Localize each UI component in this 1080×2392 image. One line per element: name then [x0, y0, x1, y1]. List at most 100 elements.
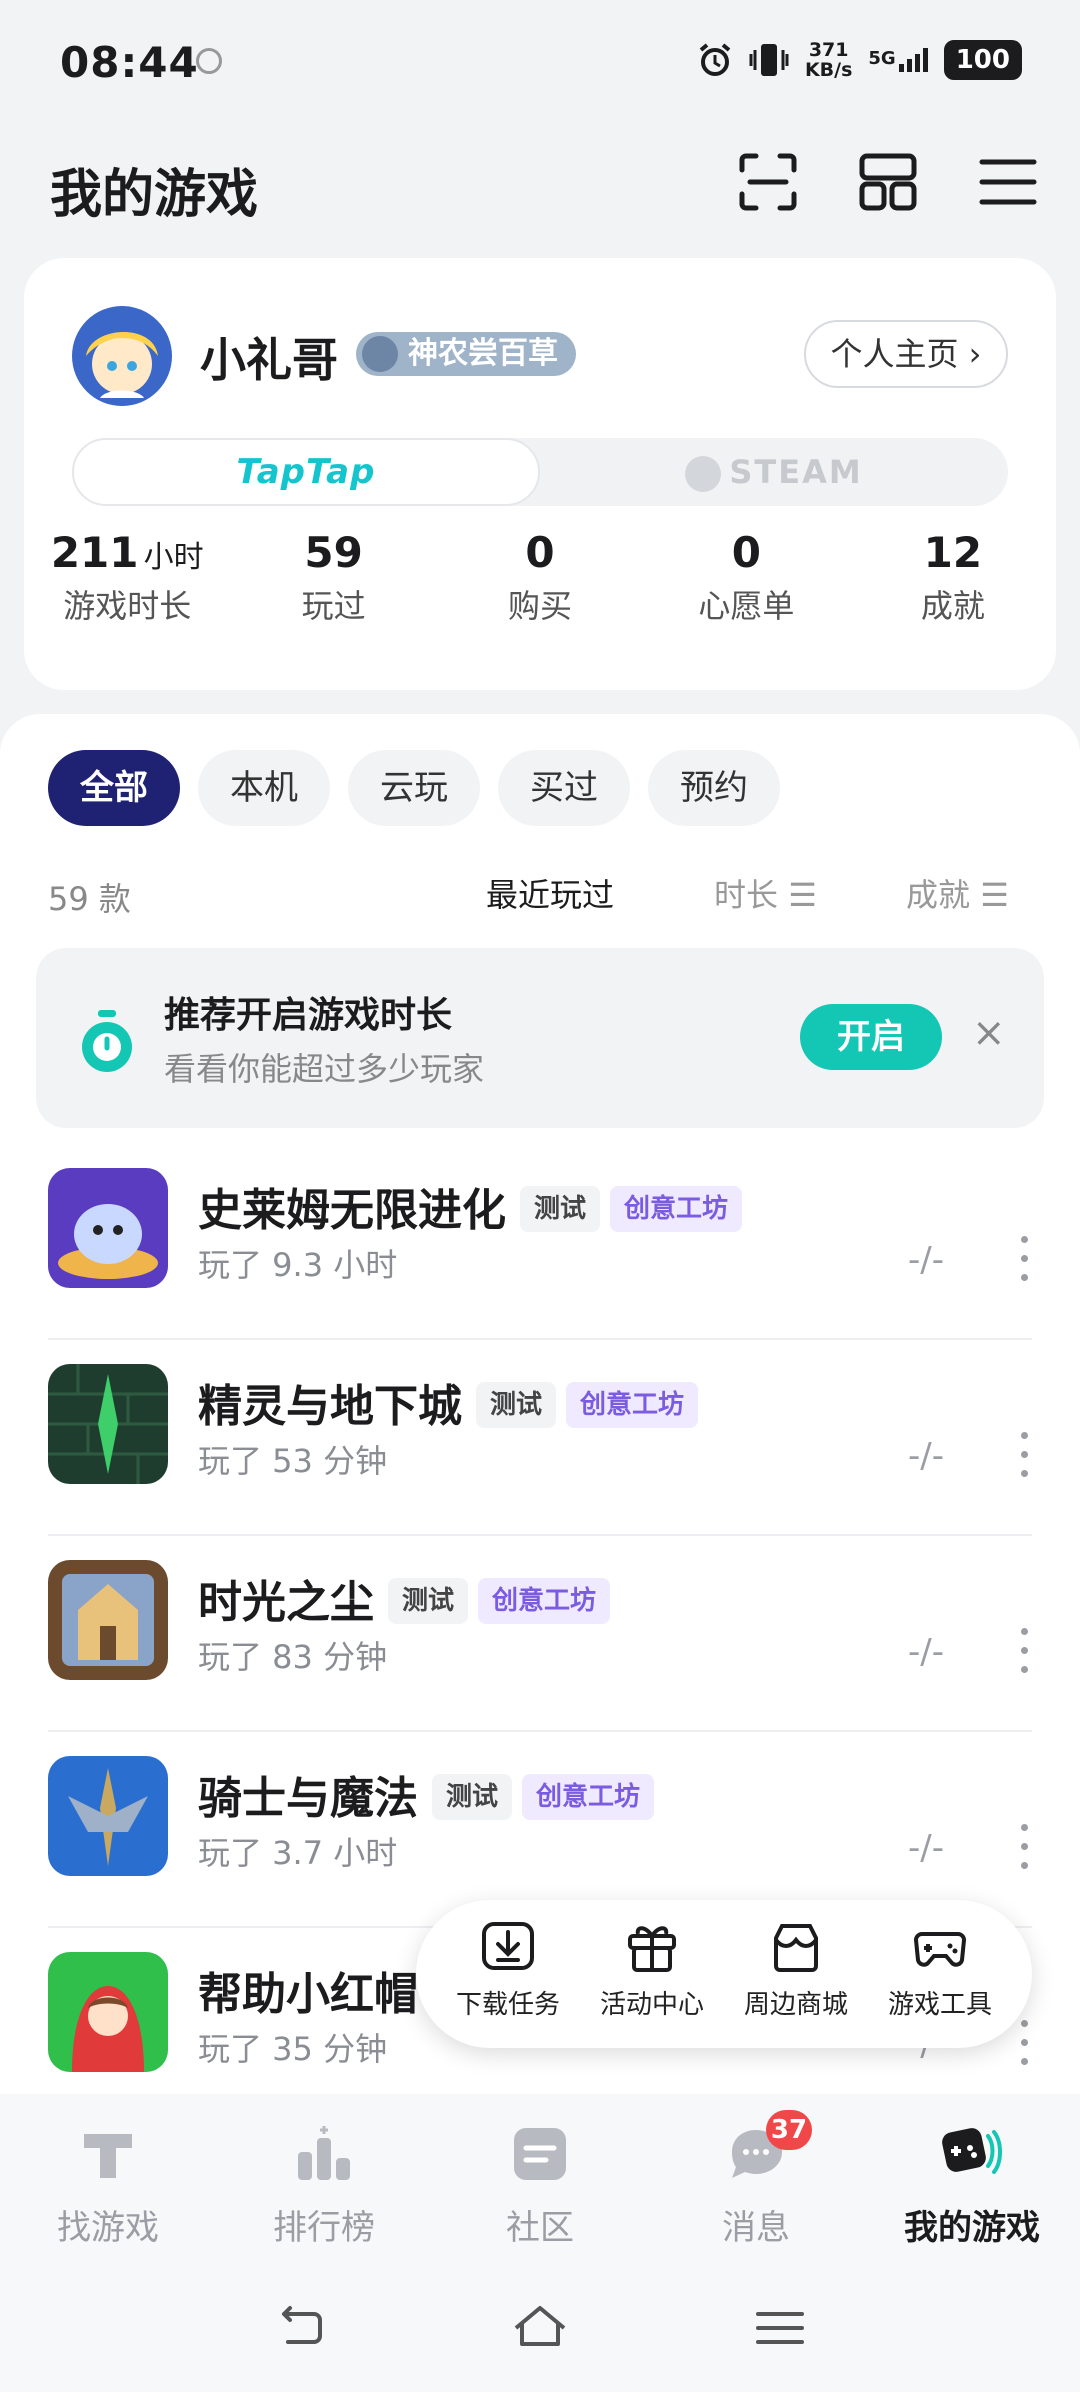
tag-workshop: 创意工坊 — [566, 1382, 699, 1428]
sort-playtime[interactable]: 时长 ☰ — [714, 870, 817, 916]
stat-playtime[interactable]: 211 小时 游戏时长 — [24, 528, 230, 627]
game-score: -/- — [908, 1632, 944, 1672]
more-icon[interactable] — [1016, 1628, 1032, 1680]
game-playtime: 玩了 35 分钟 — [198, 2030, 388, 2068]
filter-chips: 全部 本机 云玩 买过 预约 — [48, 750, 780, 826]
sort-achievements[interactable]: 成就 ☰ — [906, 870, 1009, 916]
games-panel: 全部 本机 云玩 买过 预约 59 款 最近玩过 时长 ☰ 成就 ☰ 推荐开启游… — [0, 714, 1080, 2094]
stat-played[interactable]: 59 玩过 — [230, 528, 436, 627]
recommend-subtitle: 看看你能超过多少玩家 — [164, 1050, 485, 1088]
recents-icon[interactable] — [750, 2298, 810, 2358]
sort-icon: ☰ — [788, 876, 817, 914]
stat-purchased[interactable]: 0 购买 — [437, 528, 643, 627]
tag-test: 测试 — [520, 1186, 601, 1232]
enable-button[interactable]: 开启 — [800, 1004, 942, 1070]
game-playtime: 玩了 3.7 小时 — [198, 1834, 398, 1872]
stopwatch-icon — [82, 1010, 132, 1072]
stat-wishlist[interactable]: 0 心愿单 — [643, 528, 849, 627]
chip-reserved[interactable]: 预约 — [648, 750, 780, 826]
tag-workshop: 创意工坊 — [478, 1578, 611, 1624]
header-actions — [736, 150, 1040, 214]
status-indicators: 371 KB/s 5G 100 — [697, 40, 1022, 80]
game-playtime: 玩了 9.3 小时 — [198, 1246, 398, 1284]
tab-my-games[interactable]: 我的游戏 — [864, 2094, 1080, 2264]
game-row[interactable]: 精灵与地下城 测试 创意工坊 玩了 53 分钟 -/- — [48, 1340, 1032, 1536]
sort-recent[interactable]: 最近玩过 — [486, 870, 614, 916]
recommend-banner: 推荐开启游戏时长 看看你能超过多少玩家 开启 × — [36, 948, 1044, 1128]
game-score: -/- — [908, 1828, 944, 1868]
net-speed: 371 KB/s — [804, 39, 853, 81]
menu-icon[interactable] — [976, 150, 1040, 214]
page-title: 我的游戏 — [50, 165, 259, 225]
game-icon — [48, 1364, 168, 1484]
quick-event-center[interactable]: 活动中心 — [587, 1918, 717, 2048]
gamepad-icon — [913, 1932, 967, 1967]
sync-icon — [196, 48, 222, 74]
game-playtime: 玩了 83 分钟 — [198, 1638, 388, 1676]
game-score: -/- — [908, 1240, 944, 1280]
stat-achievements[interactable]: 12 成就 — [850, 528, 1056, 627]
back-icon[interactable] — [270, 2298, 330, 2358]
game-title: 帮助小红帽 — [198, 1969, 418, 2020]
battery-indicator: 100 — [943, 40, 1022, 80]
chip-bought[interactable]: 买过 — [498, 750, 630, 826]
shop-icon — [774, 1924, 818, 1972]
gamepad-badge-icon — [362, 336, 398, 372]
avatar[interactable] — [72, 306, 172, 406]
more-icon[interactable] — [1016, 1824, 1032, 1876]
games-count: 59 款 — [48, 880, 131, 918]
bottom-tab-bar: 找游戏 排行榜 社区 37 消息 我的游戏 — [0, 2094, 1080, 2264]
more-icon[interactable] — [1016, 2020, 1032, 2072]
game-title: 时光之尘 测试 创意工坊 — [198, 1566, 611, 1630]
title-badge[interactable]: 神农尝百草 — [356, 332, 576, 376]
status-bar: 08:44 371 KB/s 5G 100 — [0, 0, 1080, 130]
vibrate-icon — [749, 44, 789, 76]
profile-card: 小礼哥 神农尝百草 个人主页 › TapTap STEAM 211 小时 游戏时… — [24, 258, 1056, 690]
game-score: -/- — [908, 1436, 944, 1476]
scan-icon[interactable] — [736, 150, 800, 214]
homepage-button[interactable]: 个人主页 › — [804, 320, 1008, 388]
quick-game-tools[interactable]: 游戏工具 — [875, 1918, 1005, 2048]
platform-tab-steam[interactable]: STEAM — [540, 438, 1008, 506]
close-icon[interactable]: × — [972, 1010, 1006, 1056]
alarm-icon — [699, 43, 731, 76]
platform-switch: TapTap STEAM — [72, 438, 1008, 506]
tab-messages[interactable]: 37 消息 — [648, 2094, 864, 2264]
grid-icon[interactable] — [856, 150, 920, 214]
quick-menu: 下载任务 活动中心 周边商城 游戏工具 — [416, 1900, 1032, 2048]
game-title: 精灵与地下城 测试 创意工坊 — [198, 1370, 699, 1434]
tab-community[interactable]: 社区 — [432, 2094, 648, 2264]
game-title: 史莱姆无限进化 测试 创意工坊 — [198, 1174, 743, 1238]
tab-ranking[interactable]: 排行榜 — [216, 2094, 432, 2264]
chip-cloud[interactable]: 云玩 — [348, 750, 480, 826]
more-icon[interactable] — [1016, 1432, 1032, 1484]
more-icon[interactable] — [1016, 1236, 1032, 1288]
quick-merch-store[interactable]: 周边商城 — [731, 1918, 861, 2048]
sort-icon: ☰ — [980, 876, 1009, 914]
chip-all[interactable]: 全部 — [48, 750, 180, 826]
tag-test: 测试 — [432, 1774, 513, 1820]
download-icon — [482, 1922, 534, 1970]
game-row[interactable]: 骑士与魔法 测试 创意工坊 玩了 3.7 小时 -/- — [48, 1732, 1032, 1928]
tag-workshop: 创意工坊 — [610, 1186, 743, 1232]
gift-icon — [628, 1926, 676, 1972]
system-navigation — [0, 2264, 1080, 2392]
recommend-title: 推荐开启游戏时长 — [164, 995, 453, 1036]
community-icon — [514, 2128, 566, 2180]
game-row[interactable]: 史莱姆无限进化 测试 创意工坊 玩了 9.3 小时 -/- — [48, 1144, 1032, 1340]
tag-workshop: 创意工坊 — [522, 1774, 655, 1820]
game-playtime: 玩了 53 分钟 — [198, 1442, 388, 1480]
home-icon[interactable] — [510, 2298, 570, 2358]
quick-download-tasks[interactable]: 下载任务 — [443, 1918, 573, 2048]
tag-test: 测试 — [388, 1578, 469, 1624]
game-icon — [48, 1952, 168, 2072]
game-row[interactable]: 时光之尘 测试 创意工坊 玩了 83 分钟 -/- — [48, 1536, 1032, 1732]
mygames-icon — [942, 2128, 1002, 2174]
username: 小礼哥 — [200, 333, 338, 387]
tab-find-games[interactable]: 找游戏 — [0, 2094, 216, 2264]
chip-local[interactable]: 本机 — [198, 750, 330, 826]
game-icon — [48, 1756, 168, 1876]
ranking-icon — [298, 2126, 350, 2180]
stats-row: 211 小时 游戏时长 59 玩过 0 购买 0 心愿单 12 成就 — [24, 528, 1056, 627]
platform-tab-taptap[interactable]: TapTap — [72, 438, 540, 506]
